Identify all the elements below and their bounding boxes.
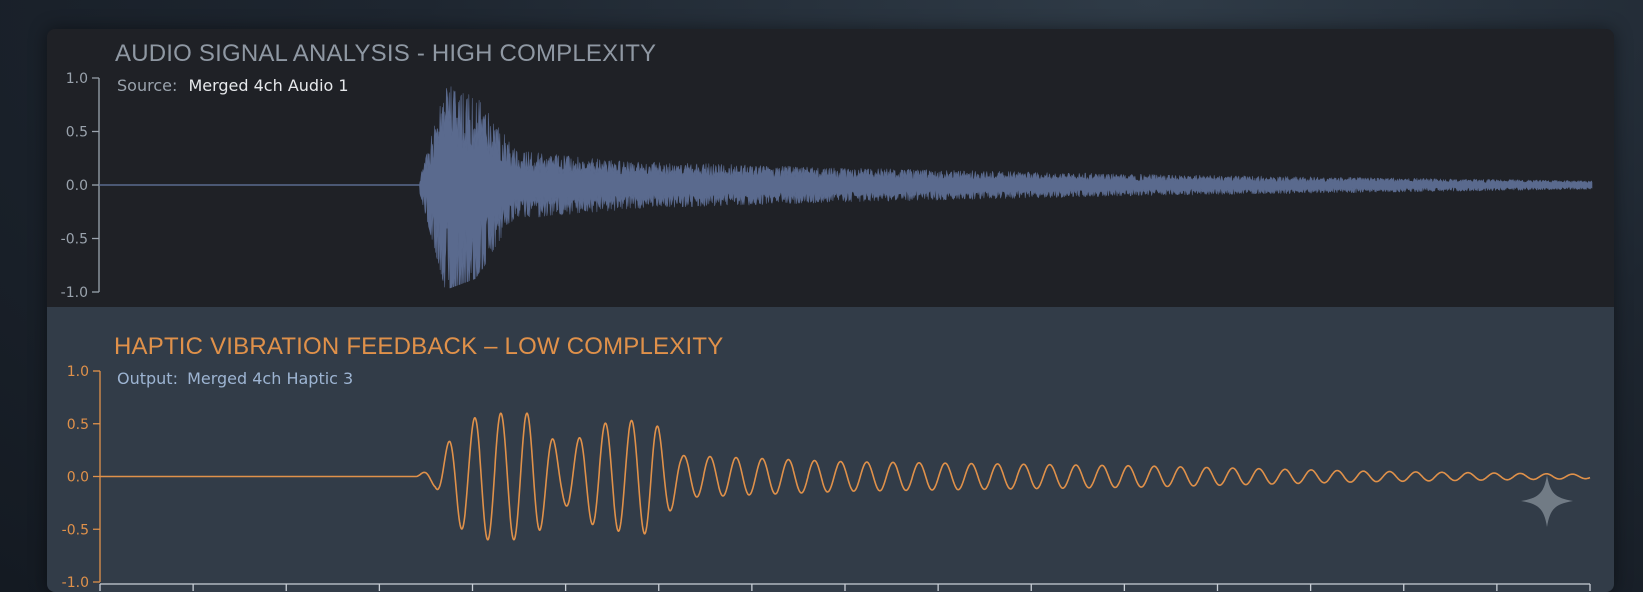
haptic-y-tick-label: -1.0	[62, 575, 89, 591]
haptic-y-tick-label: -0.5	[62, 522, 89, 538]
audio-chart: 1.0 0.5 0.0 -0.5 -1.0	[61, 71, 1593, 301]
audio-y-tick-label: 0.5	[66, 125, 88, 141]
audio-source-label: Source:	[117, 76, 178, 95]
haptic-output-value: Merged 4ch Haptic 3	[187, 369, 354, 388]
sparkle-icon	[1521, 475, 1573, 527]
audio-source-line: Source: Merged 4ch Audio 1	[117, 76, 349, 95]
audio-chart-title: AUDIO SIGNAL ANALYSIS - HIGH COMPLEXITY	[115, 40, 657, 67]
audio-panel: 1.0 0.5 0.0 -0.5 -1.0 AUDIO SIGNAL ANALYSIS …	[47, 29, 1614, 307]
haptic-output-label: Output:	[117, 369, 178, 388]
haptic-panel: 1.0 0.5 0.0 -0.5 -1.0 HAPTIC VIBRATION FEEDB…	[47, 307, 1614, 592]
haptic-y-tick-label: 0.5	[67, 417, 89, 433]
analysis-card: 1.0 0.5 0.0 -0.5 -1.0 AUDIO SIGNAL ANALYSIS …	[47, 29, 1614, 592]
audio-y-tick-label: 1.0	[66, 71, 88, 87]
haptic-output-line: Output: Merged 4ch Haptic 3	[117, 369, 353, 388]
audio-y-tick-label: 0.0	[66, 178, 88, 194]
audio-y-tick-label: -1.0	[61, 285, 88, 301]
audio-y-tick-label: -0.5	[61, 232, 88, 248]
haptic-y-tick-label: 1.0	[67, 364, 89, 380]
audio-waveform-series	[98, 86, 1593, 289]
haptic-chart-title: HAPTIC VIBRATION FEEDBACK – LOW COMPLEXI…	[114, 333, 724, 360]
audio-source-value: Merged 4ch Audio 1	[188, 76, 349, 95]
haptic-y-tick-label: 0.0	[67, 470, 89, 486]
haptic-waveform-series	[99, 412, 1591, 541]
